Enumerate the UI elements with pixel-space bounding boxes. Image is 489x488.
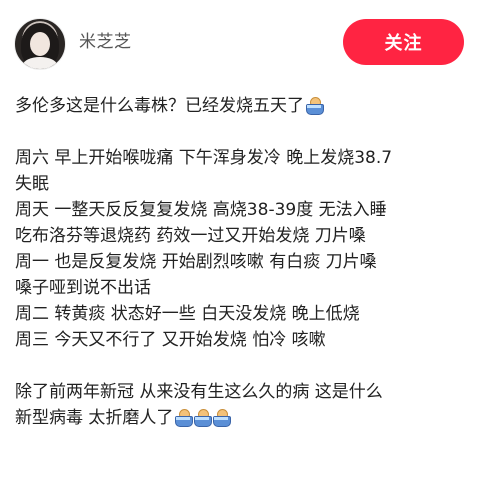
post-content: 多伦多这是什么毒株？已经发烧五天了 周六 早上开始喉咙痛 下午浑身发冷 晚上发烧… bbox=[15, 93, 475, 431]
post-line: 失眠 bbox=[15, 174, 49, 194]
post-line-text: 新型病毒 太折磨人了 bbox=[15, 408, 174, 428]
avatar-shirt bbox=[23, 57, 57, 69]
bathtub-emoji-icon bbox=[305, 96, 324, 115]
bathtub-emoji-icon bbox=[212, 408, 232, 427]
post-line: 多伦多这是什么毒株？已经发烧五天了 bbox=[15, 93, 475, 119]
avatar[interactable] bbox=[14, 18, 66, 70]
username[interactable]: 米芝芝 bbox=[79, 32, 132, 52]
post-line: 周六 早上开始喉咙痛 下午浑身发冷 晚上发烧38.7 bbox=[15, 148, 393, 168]
post-line: 周天 一整天反反复复发烧 高烧38-39度 无法入睡 bbox=[15, 200, 387, 220]
post-line: 吃布洛芬等退烧药 药效一过又开始发烧 刀片嗓 bbox=[15, 226, 366, 246]
post-header: 米芝芝 关注 bbox=[0, 0, 489, 84]
post-line: 周三 今天又不行了 又开始发烧 怕冷 咳嗽 bbox=[15, 330, 326, 350]
bathtub-emoji-icon bbox=[193, 408, 213, 427]
post-line: 除了前两年新冠 从来没有生这么久的病 这是什么 bbox=[15, 382, 383, 402]
post-line: 周二 转黄痰 状态好一些 白天没发烧 晚上低烧 bbox=[15, 304, 360, 324]
post-line: 周一 也是反复发烧 开始剧烈咳嗽 有白痰 刀片嗓 bbox=[15, 252, 377, 272]
follow-button[interactable]: 关注 bbox=[343, 19, 464, 65]
bathtub-emoji-icon bbox=[174, 408, 194, 427]
post-line: 新型病毒 太折磨人了 bbox=[15, 405, 475, 431]
post-line: 嗓子哑到说不出话 bbox=[15, 278, 151, 298]
post-line-text: 多伦多这是什么毒株？已经发烧五天了 bbox=[15, 96, 304, 116]
avatar-face bbox=[30, 32, 50, 56]
